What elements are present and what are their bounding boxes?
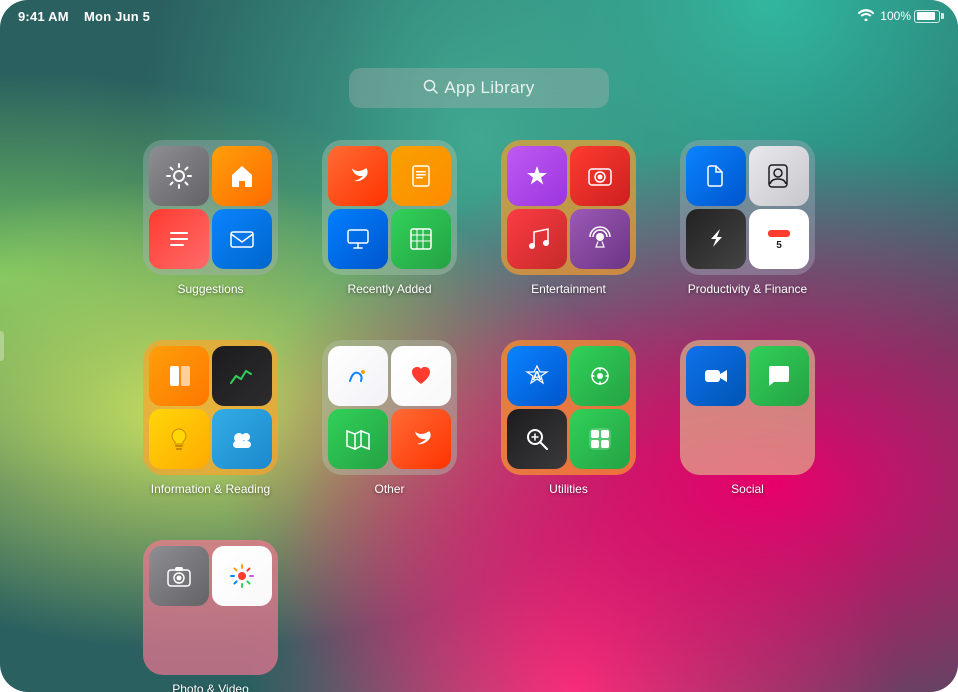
app-icon-pages[interactable] (391, 146, 451, 206)
app-icon-numbers[interactable] (391, 209, 451, 269)
folder-label-other: Other (374, 482, 404, 496)
app-icon-freeform[interactable] (328, 346, 388, 406)
side-indicator (0, 331, 4, 361)
app-icon-2[interactable] (149, 609, 209, 669)
svg-text:A: A (532, 368, 542, 383)
app-icon-swift-playgrounds[interactable] (328, 146, 388, 206)
folder-entertainment[interactable]: Entertainment (491, 130, 646, 306)
app-icon-3[interactable] (749, 409, 809, 469)
screen: 9:41 AM Mon Jun 5 100% (0, 0, 958, 692)
battery-container: 100% (880, 9, 940, 23)
app-icon-tips[interactable] (149, 409, 209, 469)
app-icon-facetime[interactable] (686, 346, 746, 406)
folder-label-utilities: Utilities (549, 482, 588, 496)
folder-suggestions[interactable]: Suggestions (133, 130, 288, 306)
app-icon-podcasts[interactable] (570, 209, 630, 269)
folder-information[interactable]: Information & Reading (133, 330, 288, 506)
folder-recently-added[interactable]: Recently Added (312, 130, 467, 306)
app-icon-app-store[interactable]: A (507, 346, 567, 406)
app-icon-settings[interactable] (149, 146, 209, 206)
app-icon-home[interactable] (212, 146, 272, 206)
app-icon-system-prefs[interactable] (570, 409, 630, 469)
app-icon-contacts[interactable] (749, 146, 809, 206)
app-icon-maps[interactable] (328, 409, 388, 469)
app-icon-reminders[interactable] (149, 209, 209, 269)
folder-productivity[interactable]: 5 Productivity & Finance (670, 130, 825, 306)
app-icon-music[interactable] (507, 209, 567, 269)
app-grid: Suggestions Recently Added (133, 130, 825, 692)
app-icon-stocks[interactable] (212, 346, 272, 406)
folder-label-recently-added: Recently Added (347, 282, 431, 296)
app-icon-2[interactable] (686, 409, 746, 469)
folder-social[interactable]: Social (670, 330, 825, 506)
app-icon-photo-booth[interactable] (570, 146, 630, 206)
battery-fill (917, 12, 936, 20)
folder-other[interactable]: Other (312, 330, 467, 506)
app-icon-photos[interactable] (212, 546, 272, 606)
battery-icon (914, 10, 940, 23)
app-icon-shortcuts[interactable] (686, 209, 746, 269)
app-icon-health[interactable] (391, 346, 451, 406)
folder-photo-video[interactable]: Photo & Video (133, 530, 288, 692)
search-icon (423, 79, 438, 98)
search-bar[interactable]: App Library (349, 68, 609, 108)
svg-text:5: 5 (776, 240, 782, 251)
battery-text: 100% (880, 9, 911, 23)
status-right: 100% (858, 9, 940, 24)
status-time: 9:41 AM Mon Jun 5 (18, 9, 150, 24)
app-icon-files[interactable] (686, 146, 746, 206)
app-icon-messages[interactable] (749, 346, 809, 406)
wifi-icon (858, 9, 874, 24)
folder-utilities[interactable]: A Utilities (491, 330, 646, 506)
app-icon-camera[interactable] (149, 546, 209, 606)
app-icon-swift-playgrounds[interactable] (391, 409, 451, 469)
date: Mon Jun 5 (84, 9, 150, 24)
app-icon-find-my[interactable] (570, 346, 630, 406)
app-icon-books[interactable] (149, 346, 209, 406)
folder-label-entertainment: Entertainment (531, 282, 606, 296)
app-icon-3[interactable] (212, 609, 272, 669)
folder-label-productivity: Productivity & Finance (688, 282, 807, 296)
app-icon-reeder[interactable] (507, 146, 567, 206)
folder-label-information: Information & Reading (151, 482, 270, 496)
status-bar: 9:41 AM Mon Jun 5 100% (0, 0, 958, 32)
app-icon-keynote[interactable] (328, 209, 388, 269)
app-icon-magnifier[interactable] (507, 409, 567, 469)
time: 9:41 AM (18, 9, 69, 24)
folder-label-social: Social (731, 482, 764, 496)
app-icon-mail[interactable] (212, 209, 272, 269)
app-icon-calendar[interactable]: 5 (749, 209, 809, 269)
app-icon-weather[interactable] (212, 409, 272, 469)
folder-label-suggestions: Suggestions (177, 282, 243, 296)
folder-label-photo-video: Photo & Video (172, 682, 249, 692)
search-placeholder: App Library (444, 78, 534, 98)
